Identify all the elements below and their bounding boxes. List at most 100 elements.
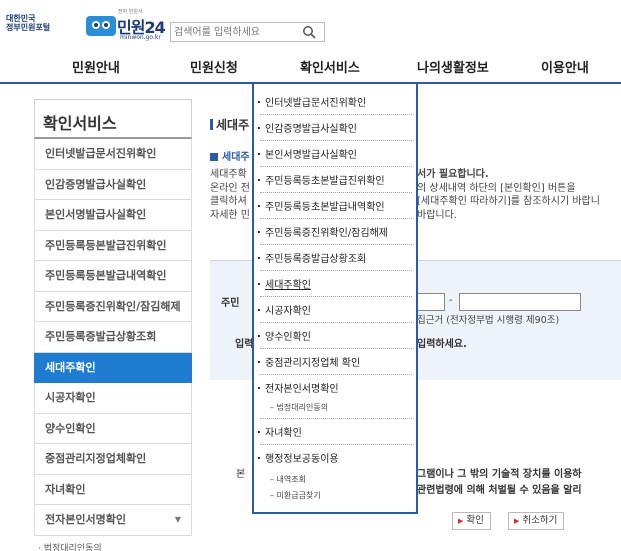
warning-head: 본 [236,469,246,480]
divider [260,348,412,349]
sidebar-item-household-head[interactable]: 세대주확인 [34,352,192,383]
triangle-right-icon: ▶ [458,517,464,525]
sidebar-item-signature-verify[interactable]: 본인서명발급사실확인 [34,200,192,231]
page-title-text: 세대주 [216,118,250,132]
divider [260,192,412,193]
dropdown-item-label: 양수인확인 [265,332,311,343]
sidebar-item-managed-company[interactable]: 중점관리지정업체확인 [34,444,192,475]
dropdown-item[interactable]: 자녀확인 [258,424,414,439]
dropdown-item[interactable]: 인감증명발급사실확인 [258,120,414,135]
section-square-icon [210,153,218,161]
dropdown-item-label: 세대주확인 [265,280,311,291]
nav-usage-guide[interactable]: 이용안내 [541,57,589,76]
search-input[interactable] [174,25,294,40]
bullet-icon [258,283,260,285]
title-bar-icon [210,119,213,130]
dropdown-item[interactable]: 주민등록증진위확인/잠김해제 [258,224,414,239]
site-header: 대한민국 정부민원포털 전자 민원서 민원24 minwon.go.kr [0,0,621,48]
divider [260,140,412,141]
sidebar-item-id-card-verify[interactable]: 주민등록증진위확인/잠김해제 [34,291,192,322]
desc-line: 바랍니다. [417,209,457,221]
divider [260,322,412,323]
bullet-icon [258,101,260,103]
dropdown-item[interactable]: 주민등록증발급상황조회 [258,250,414,265]
chevron-down-icon[interactable]: ▼ [175,505,181,534]
divider [260,218,412,219]
dropdown-item[interactable]: 본인서명발급사실확인 [258,146,414,161]
dropdown-item-label: 주민등록등초본발급내역확인 [265,202,385,213]
desc-line: 서가 필요합니다. [417,169,489,180]
dropdown-sub-legal-guardian[interactable]: – 법정대리인동의 [270,402,328,413]
dropdown-sub-unclaimed[interactable]: – 미환급금찾기 [270,490,321,501]
search-box [170,22,325,42]
dropdown-item[interactable]: 행정정보공동이용 [258,450,414,465]
cancel-button[interactable]: ▶ 취소하기 [508,512,565,530]
sidebar-item-resident-copy-history[interactable]: 주민등록등본발급내역확인 [34,261,192,292]
desc-line: 의 상세내역 하단의 [본인확인] 버튼을 [417,182,576,194]
nav-civil-apply[interactable]: 민원신청 [190,57,238,76]
sidebar-sub-legal-guardian[interactable]: · 법정대리인동의 [34,541,192,551]
bullet-icon [258,457,260,459]
sidebar-item-e-signature[interactable]: 전자본인서명확인 ▼ [34,505,192,536]
section-label: 세대주 [210,148,250,163]
sidebar-item-resident-copy-verify[interactable]: 주민등록등본발급진위확인 [34,230,192,261]
nav-verify-service[interactable]: 확인서비스 [300,57,360,76]
resident-no-front-input[interactable] [417,293,445,311]
sidebar-item-label: 전자본인서명확인 [45,513,126,526]
nav-my-life-info[interactable]: 나의생활정보 [417,57,489,76]
bullet-icon [258,205,260,207]
bullet-icon [258,387,260,389]
dropdown-item-label: 시공자확인 [265,306,311,317]
logo-url: minwon.go.kr [120,34,161,41]
sidebar-item-transferee[interactable]: 양수인확인 [34,413,192,444]
warning-line: 관련법령에 의해 처벌될 수 있음을 알리 [417,485,582,496]
dropdown-item[interactable]: 중점관리지정업체 확인 [258,354,414,369]
sidebar-item-child-verify[interactable]: 자녀확인 [34,474,192,505]
dropdown-item-label: 자녀확인 [265,428,302,439]
description-right: 서가 필요합니다. 의 상세내역 하단의 [본인확인] 버튼을 [세대주확인 따… [417,168,600,222]
page-title: 세대주 [210,116,249,133]
law-reference: 집근거 (전자정부법 시행령 제90조) [417,315,560,326]
sidebar-item-internet-doc-verify[interactable]: 인터넷발급문서진위확인 [34,139,192,170]
dropdown-item-household-head[interactable]: 세대주확인 [258,276,414,291]
sidebar-item-id-card-status[interactable]: 주민등록증발급상황조회 [34,322,192,353]
minwon24-logo-icon[interactable] [84,10,120,40]
dropdown-item[interactable]: 시공자확인 [258,302,414,317]
divider [260,244,412,245]
dropdown-item-label: 행정정보공동이용 [265,454,339,465]
resident-no-back-input[interactable] [459,293,581,311]
cancel-button-label: 취소하기 [522,515,558,526]
confirm-button[interactable]: ▶ 확인 [452,512,491,530]
sidebar-item-contractor[interactable]: 시공자확인 [34,383,192,414]
dropdown-item[interactable]: 전자본인서명확인 [258,380,414,395]
nav-civil-guide[interactable]: 민원안내 [72,57,120,76]
bullet-icon [258,361,260,363]
dropdown-item-label: 본인서명발급사실확인 [265,150,357,161]
search-icon[interactable] [302,25,316,39]
dropdown-item-label: 주민등록증진위확인/잠김해제 [265,228,388,239]
dropdown-item-label: 전자본인서명확인 [265,384,339,395]
sidebar-title: 확인서비스 [34,99,192,139]
dropdown-sub-history[interactable]: – 내역조회 [270,474,306,485]
divider [260,444,412,445]
gov-portal-logo[interactable]: 대한민국 정부민원포털 [6,14,56,32]
bullet-icon [258,179,260,181]
sidebar-item-seal-cert-verify[interactable]: 인감증명발급사실확인 [34,169,192,200]
divider [260,270,412,271]
desc-line: [세대주확인 따라하기]를 참조하시기 바랍니 [417,196,600,207]
dropdown-item[interactable]: 주민등록등초본발급진위확인 [258,172,414,187]
dropdown-item[interactable]: 주민등록등초본발급내역확인 [258,198,414,213]
dropdown-item[interactable]: 양수인확인 [258,328,414,343]
dropdown-item-label: 인감증명발급사실확인 [265,124,357,135]
divider [260,418,412,419]
dropdown-item-label: 주민등록등초본발급진위확인 [265,176,385,187]
bullet-icon [258,431,260,433]
dash-separator: - [449,295,453,306]
dropdown-item-label: 인터넷발급문서진위확인 [265,98,367,109]
form-label-resident-no: 주민 [221,298,240,309]
bullet-icon [258,335,260,337]
divider [260,374,412,375]
verify-service-dropdown: 인터넷발급문서진위확인 인감증명발급사실확인 본인서명발급사실확인 주민등록등초… [252,84,418,514]
divider [260,166,412,167]
dropdown-item[interactable]: 인터넷발급문서진위확인 [258,94,414,109]
